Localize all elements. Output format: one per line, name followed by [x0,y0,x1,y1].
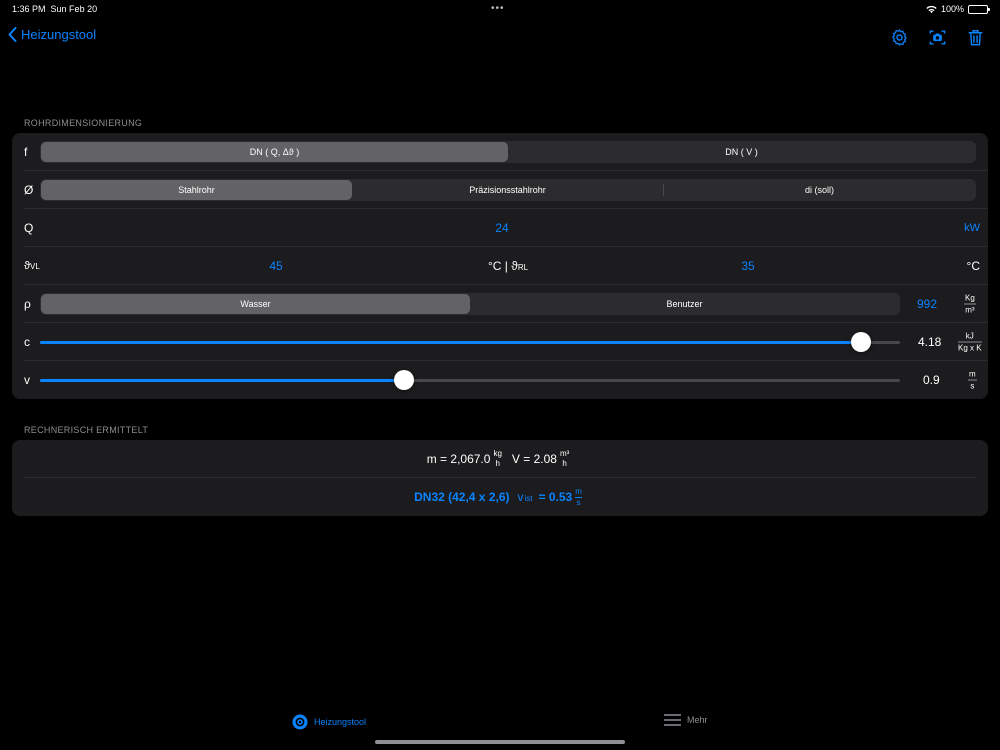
status-time: 1:36 PM Sun Feb 20 [12,4,98,14]
q-value-input[interactable]: 24 [482,221,522,235]
segment-di-soll[interactable]: di (soll) [664,180,975,200]
tab-mehr[interactable]: Mehr [664,714,708,726]
navigation-bar: Heizungstool [0,24,1000,50]
label-f: f [24,144,28,159]
vist-label: vist [517,490,533,504]
v-slider-thumb[interactable] [393,370,414,390]
gear-icon[interactable] [888,26,910,48]
v-value: 0.9 [923,373,940,387]
vist-value: = 0.53 [538,490,573,504]
trash-icon[interactable] [964,26,986,48]
vist-unit: m s [575,486,582,507]
row-f: f DN ( Q, Δϑ ) DN ( V ) [24,133,988,171]
v-slider-fill [40,379,404,382]
segment-dn-v[interactable]: DN ( V ) [508,142,975,162]
volume-flow-unit: m³ h [559,448,570,468]
result-row-flow: m = 2,067.0 kg h V = 2.08 m³ h [24,440,976,478]
label-theta-vl: ϑVL [24,259,40,272]
row-diameter: Ø Stahlrohr Präzisionsstahlrohr di (soll… [24,171,988,209]
section-header-rechnerisch-ermittelt: RECHNERISCH ERMITTELT [24,425,149,435]
row-temperature: ϑVL 45 °C | ϑRL 35 °C [24,247,988,285]
label-v: v [24,373,30,387]
home-indicator[interactable] [375,740,625,744]
section-header-rohrdimensionierung: ROHRDIMENSIONIERUNG [24,118,143,128]
segment-wasser[interactable]: Wasser [41,294,470,314]
wifi-icon [926,5,937,13]
multitasking-dots[interactable]: ••• [491,3,505,14]
status-right: 100% [926,4,990,14]
rho-value-input[interactable]: 992 [917,297,937,311]
rl-temperature-input[interactable]: 35 [728,259,768,273]
battery-icon [968,4,990,14]
vl-temperature-input[interactable]: 45 [256,259,296,273]
tab-bar: Heizungstool Mehr [0,708,1000,736]
medium-segmented-control[interactable]: Wasser Benutzer [40,293,900,315]
v-unit: m s [968,369,977,391]
segment-stahlrohr[interactable]: Stahlrohr [41,180,352,200]
result-row-dimension: DN32 (42,4 x 2,6) vist = 0.53 m s [24,478,976,516]
tab-mehr-label: Mehr [687,715,708,725]
pipe-dimension-result: DN32 (42,4 x 2,6) [414,490,510,504]
status-bar: 1:36 PM Sun Feb 20 ••• 100% [0,0,1000,18]
label-q: Q [24,220,34,235]
back-button-label: Heizungstool [21,27,97,42]
q-unit: kW [964,221,980,234]
back-button[interactable]: Heizungstool [8,27,96,42]
mass-flow-unit: kg h [493,448,502,468]
tab-heizungstool-label: Heizungstool [314,717,367,727]
label-rho: ρ [24,296,31,311]
pipe-type-segmented-control[interactable]: Stahlrohr Präzisionsstahlrohr di (soll) [40,179,976,201]
row-v: v 0.9 m s [24,361,988,399]
v-slider[interactable] [40,370,900,390]
row-rho: ρ Wasser Benutzer 992 Kg m³ [24,285,988,323]
segment-benutzer[interactable]: Benutzer [470,294,899,314]
segment-praezisionsstahlrohr[interactable]: Präzisionsstahlrohr [352,180,663,200]
mass-flow-text: m = 2,067.0 [426,451,491,466]
temperature-separator: °C | ϑRL [488,258,529,273]
tab-heizungstool[interactable]: Heizungstool [292,714,366,730]
rho-unit: Kg m³ [964,293,976,314]
gauge-icon [292,714,308,730]
temperature-unit: °C [966,258,980,273]
f-segmented-control[interactable]: DN ( Q, Δϑ ) DN ( V ) [40,141,976,163]
rohrdimensionierung-card: f DN ( Q, Δϑ ) DN ( V ) Ø Stahlrohr Präz… [12,133,988,399]
label-c: c [24,334,30,349]
results-card: m = 2,067.0 kg h V = 2.08 m³ h DN32 (42,… [12,440,988,516]
c-slider-thumb[interactable] [851,332,872,352]
chevron-left-icon [8,27,17,42]
c-value: 4.18 [918,334,942,349]
c-slider-fill [40,341,862,344]
row-c: c 4.18 kJ Kg x K [24,323,988,361]
menu-icon [664,714,681,726]
row-q: Q 24 kW [24,209,988,247]
battery-percent: 100% [940,4,964,14]
volume-flow-text: V = 2.08 [511,451,557,466]
c-slider[interactable] [40,332,900,352]
label-diameter: Ø [24,182,34,197]
segment-dn-q-dt[interactable]: DN ( Q, Δϑ ) [41,142,508,162]
camera-icon[interactable] [926,26,948,48]
c-unit: kJ Kg x K [958,331,982,352]
